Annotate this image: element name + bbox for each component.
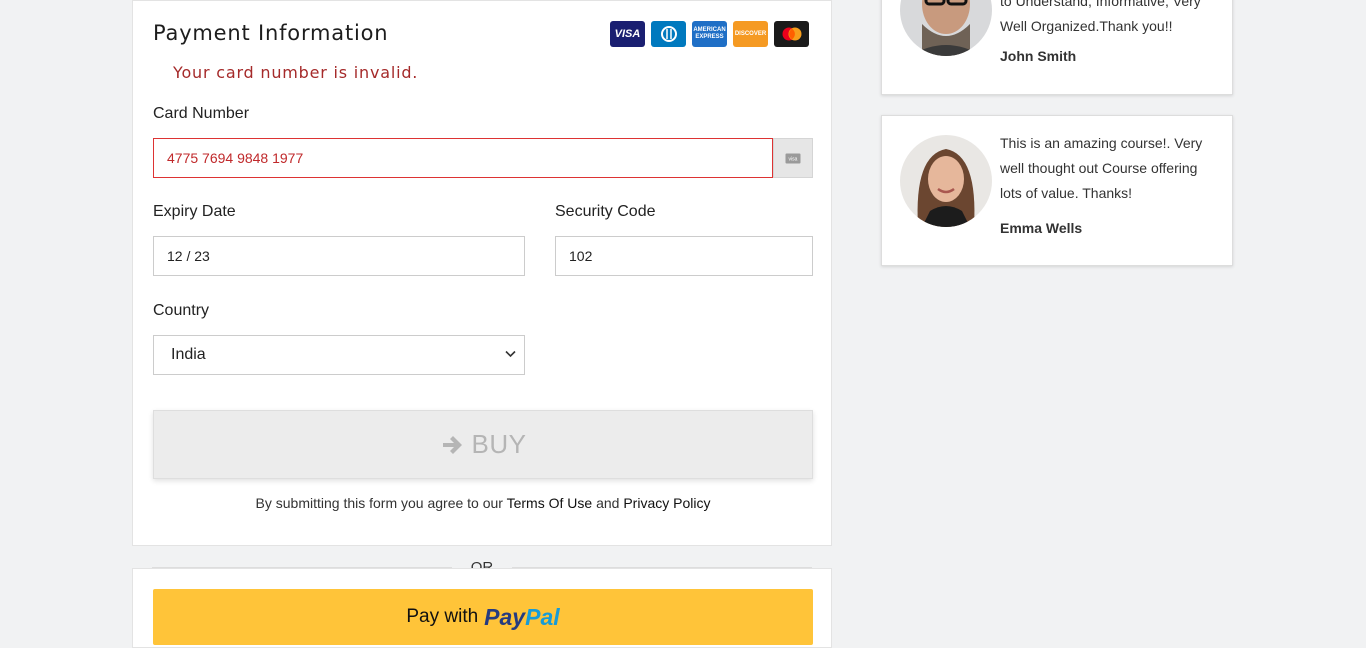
avatar xyxy=(900,135,992,227)
privacy-policy-link[interactable]: Privacy Policy xyxy=(623,495,710,511)
paypal-logo-pay: Pay xyxy=(484,603,526,630)
paypal-logo: PayPal xyxy=(484,604,559,631)
expiry-date-label: Expiry Date xyxy=(153,203,236,220)
testimonial-author: John Smith xyxy=(1000,48,1077,64)
paypal-logo-pal: Pal xyxy=(525,603,560,630)
testimonial-quote: to Understand, Informative, Very Well Or… xyxy=(1000,0,1201,34)
testimonial-card: This is an amazing course!. Very well th… xyxy=(881,115,1233,266)
card-number-input[interactable]: 4775 7694 9848 1977 xyxy=(153,138,773,178)
country-select-value: India xyxy=(171,346,206,363)
card-error-message: Your card number is invalid. xyxy=(173,63,419,82)
buy-button[interactable]: BUY xyxy=(153,410,813,479)
testimonial-quote: This is an amazing course!. Very well th… xyxy=(1000,135,1203,201)
security-code-label: Security Code xyxy=(555,203,656,220)
arrow-right-icon xyxy=(442,435,462,454)
svg-text:visa: visa xyxy=(789,156,798,162)
buy-button-label: BUY xyxy=(471,429,527,459)
paypal-prefix: Pay with xyxy=(406,606,479,627)
discover-logo-icon: DISCOVER xyxy=(733,21,768,47)
country-select[interactable]: India xyxy=(153,335,525,375)
testimonial-card: to Understand, Informative, Very Well Or… xyxy=(881,0,1233,95)
paypal-card: Pay with PayPal xyxy=(132,568,832,648)
paypal-button[interactable]: Pay with PayPal xyxy=(153,589,813,645)
mastercard-logo-icon xyxy=(774,21,809,47)
diners-logo-icon xyxy=(651,21,686,47)
amex-logo-icon: AMERICAN EXPRESS xyxy=(692,21,727,47)
payment-title: Payment Information xyxy=(153,21,389,45)
card-number-label: Card Number xyxy=(153,105,250,122)
country-label: Country xyxy=(153,302,210,319)
expiry-date-input[interactable]: 12 / 23 xyxy=(153,236,525,276)
terms-prefix: By submitting this form you agree to our xyxy=(255,495,503,511)
payment-card: Payment Information VISA AMERICAN EXPRESS… xyxy=(132,0,832,546)
card-type-addon: visa xyxy=(773,138,813,178)
avatar xyxy=(900,0,992,56)
visa-logo-icon: VISA xyxy=(610,21,645,47)
terms-notice: By submitting this form you agree to our… xyxy=(133,495,833,511)
terms-of-use-link[interactable]: Terms Of Use xyxy=(507,495,593,511)
chevron-down-icon xyxy=(505,350,516,358)
terms-and: and xyxy=(596,495,620,511)
card-brand-logos: VISA AMERICAN EXPRESS DISCOVER xyxy=(610,21,809,47)
security-code-input[interactable]: 102 xyxy=(555,236,813,276)
testimonial-author: Emma Wells xyxy=(1000,220,1083,236)
card-icon: visa xyxy=(785,153,801,163)
